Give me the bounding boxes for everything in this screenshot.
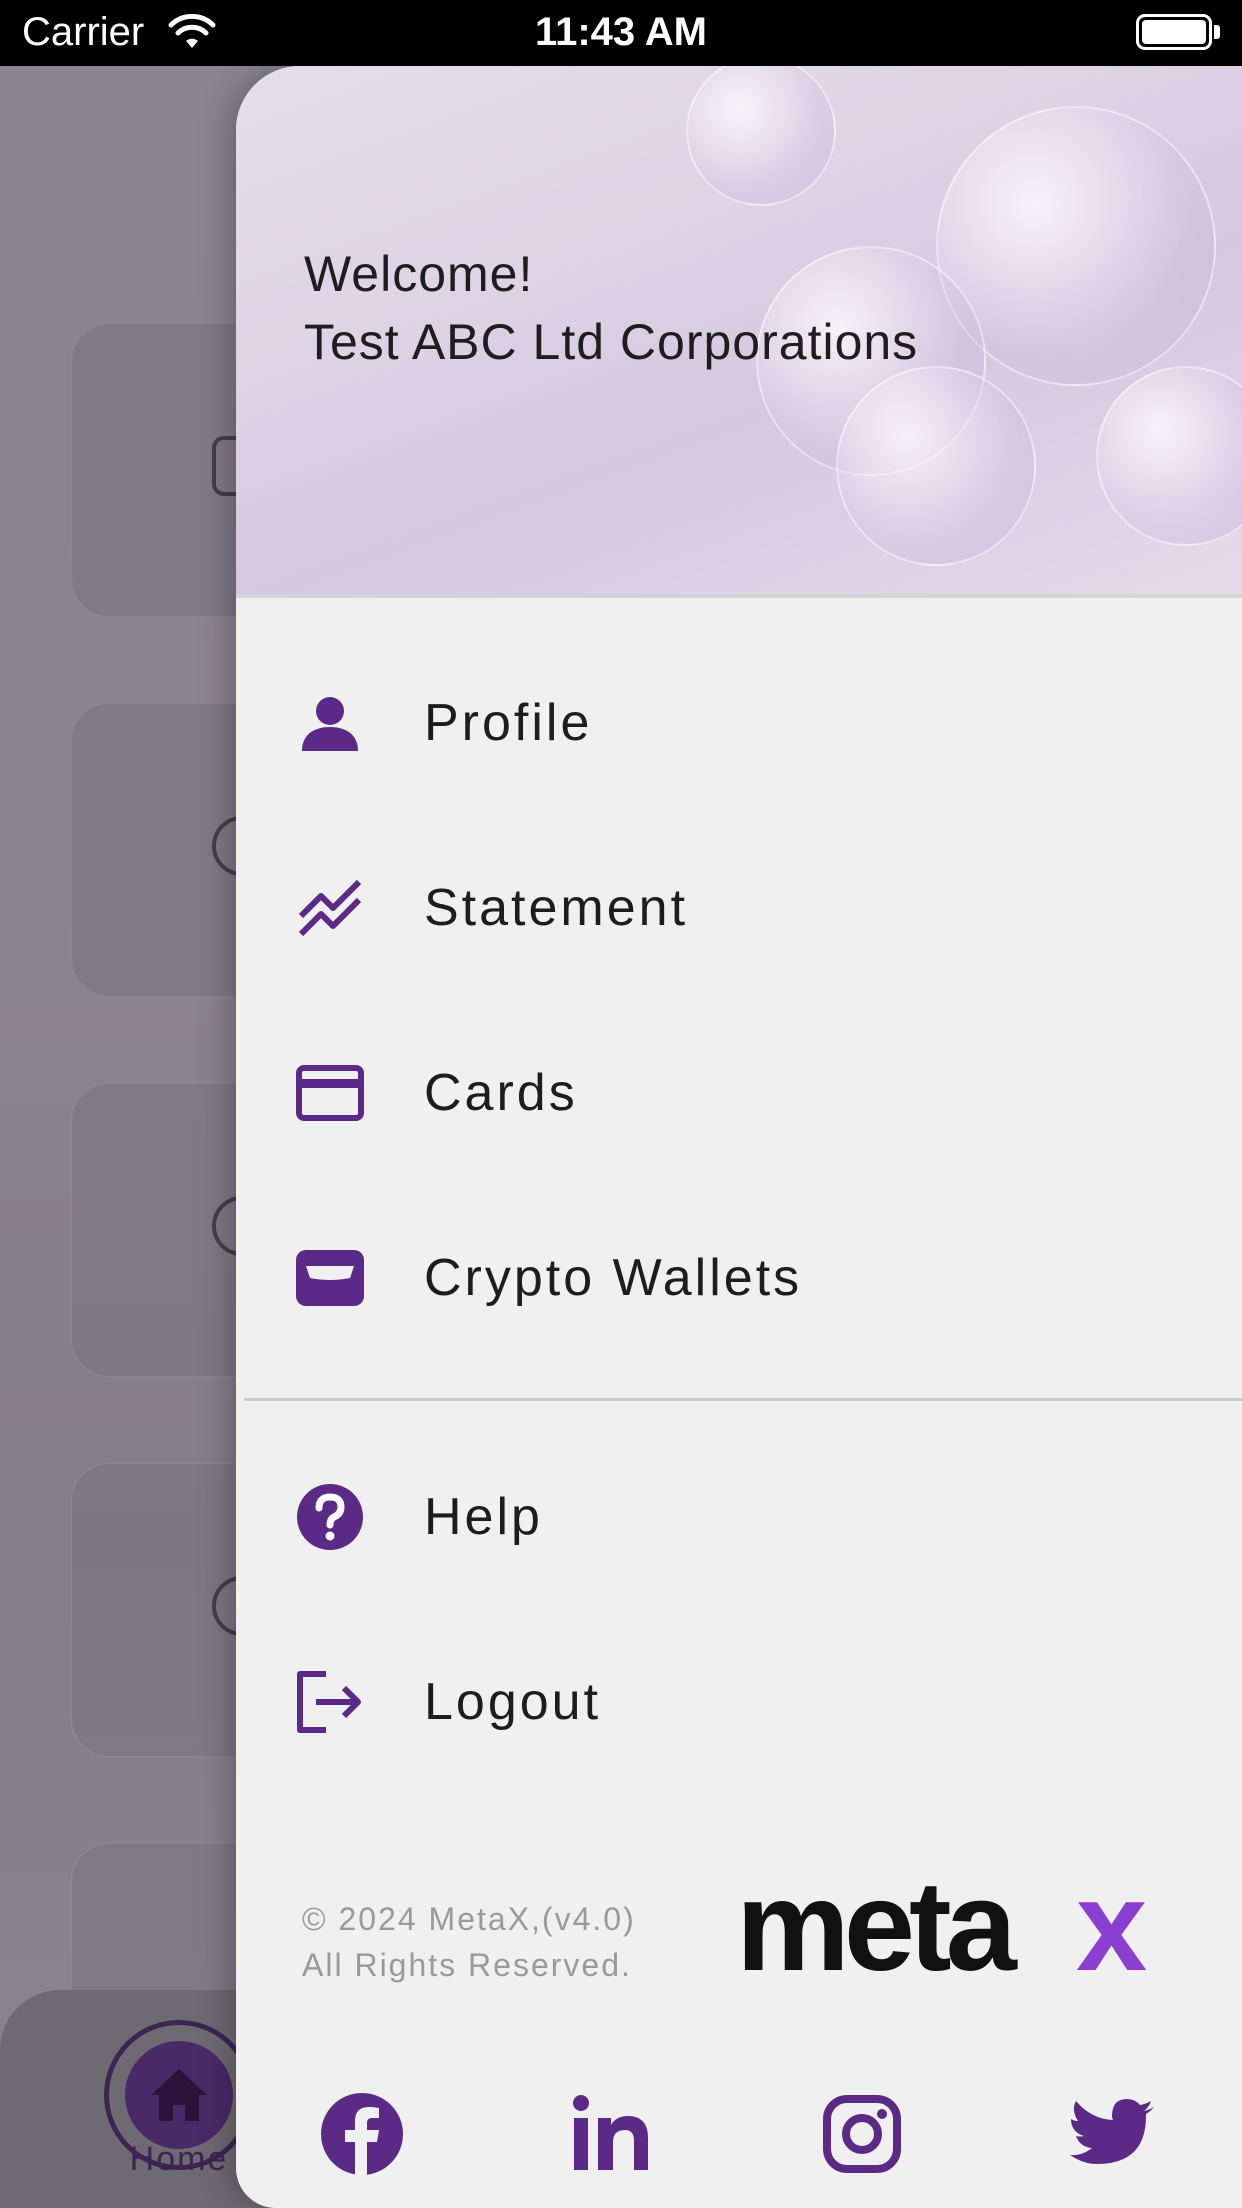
credit-card-icon [294, 1057, 366, 1129]
facebook-link[interactable] [316, 2088, 408, 2180]
menu-item-statement[interactable]: Statement [236, 843, 1242, 973]
status-bar: Carrier 11:43 AM [0, 0, 1242, 66]
decorative-bubble [1096, 366, 1242, 546]
welcome-title: Welcome! [304, 246, 534, 302]
menu-divider [244, 1398, 1242, 1401]
home-icon [151, 2069, 207, 2121]
menu-label-statement: Statement [424, 879, 689, 937]
decorative-bubble [836, 366, 1036, 566]
menu-label-profile: Profile [424, 694, 593, 752]
chart-trend-icon [294, 872, 366, 944]
facebook-icon [321, 2093, 403, 2176]
person-icon [294, 687, 366, 759]
battery-tip [1214, 25, 1220, 39]
linkedin-icon [573, 2095, 648, 2170]
menu-label-logout: Logout [424, 1673, 602, 1731]
menu-item-cards[interactable]: Cards [236, 1028, 1242, 1158]
drawer-header: Welcome! Test ABC Ltd Corporations [236, 66, 1242, 596]
twitter-link[interactable] [1066, 2088, 1158, 2180]
twitter-icon [1070, 2099, 1154, 2164]
instagram-link[interactable] [816, 2088, 908, 2180]
wallet-icon [294, 1242, 366, 1314]
menu-item-logout[interactable]: Logout [236, 1637, 1242, 1767]
metax-logo: meta x [736, 1866, 1147, 1996]
logout-icon [294, 1666, 366, 1738]
menu-item-profile[interactable]: Profile [236, 658, 1242, 788]
logo-x: x [1076, 1866, 1147, 1996]
menu-item-crypto-wallets[interactable]: Crypto Wallets [236, 1213, 1242, 1343]
instagram-icon [823, 2095, 901, 2173]
logo-text: meta [736, 1866, 1018, 1996]
welcome-greeting: Welcome! Test ABC Ltd Corporations [304, 240, 918, 376]
decorative-bubble [686, 66, 836, 206]
copyright-line: © 2024 MetaX,(v4.0) [302, 1901, 636, 1937]
copyright-text: © 2024 MetaX,(v4.0) All Rights Reserved. [302, 1896, 636, 1988]
menu-label-help: Help [424, 1488, 543, 1546]
navigation-drawer: Welcome! Test ABC Ltd Corporations Profi… [236, 66, 1242, 2208]
menu-label-crypto-wallets: Crypto Wallets [424, 1249, 803, 1307]
menu-label-cards: Cards [424, 1064, 578, 1122]
rights-line: All Rights Reserved. [302, 1947, 632, 1983]
header-divider [236, 594, 1242, 598]
help-icon [294, 1481, 366, 1553]
menu-item-help[interactable]: Help [236, 1452, 1242, 1582]
company-name: Test ABC Ltd Corporations [304, 314, 919, 370]
clock: 11:43 AM [535, 10, 707, 54]
linkedin-link[interactable] [566, 2088, 658, 2180]
battery-icon [1136, 14, 1212, 50]
home-nav-label: Home [129, 2140, 229, 2178]
